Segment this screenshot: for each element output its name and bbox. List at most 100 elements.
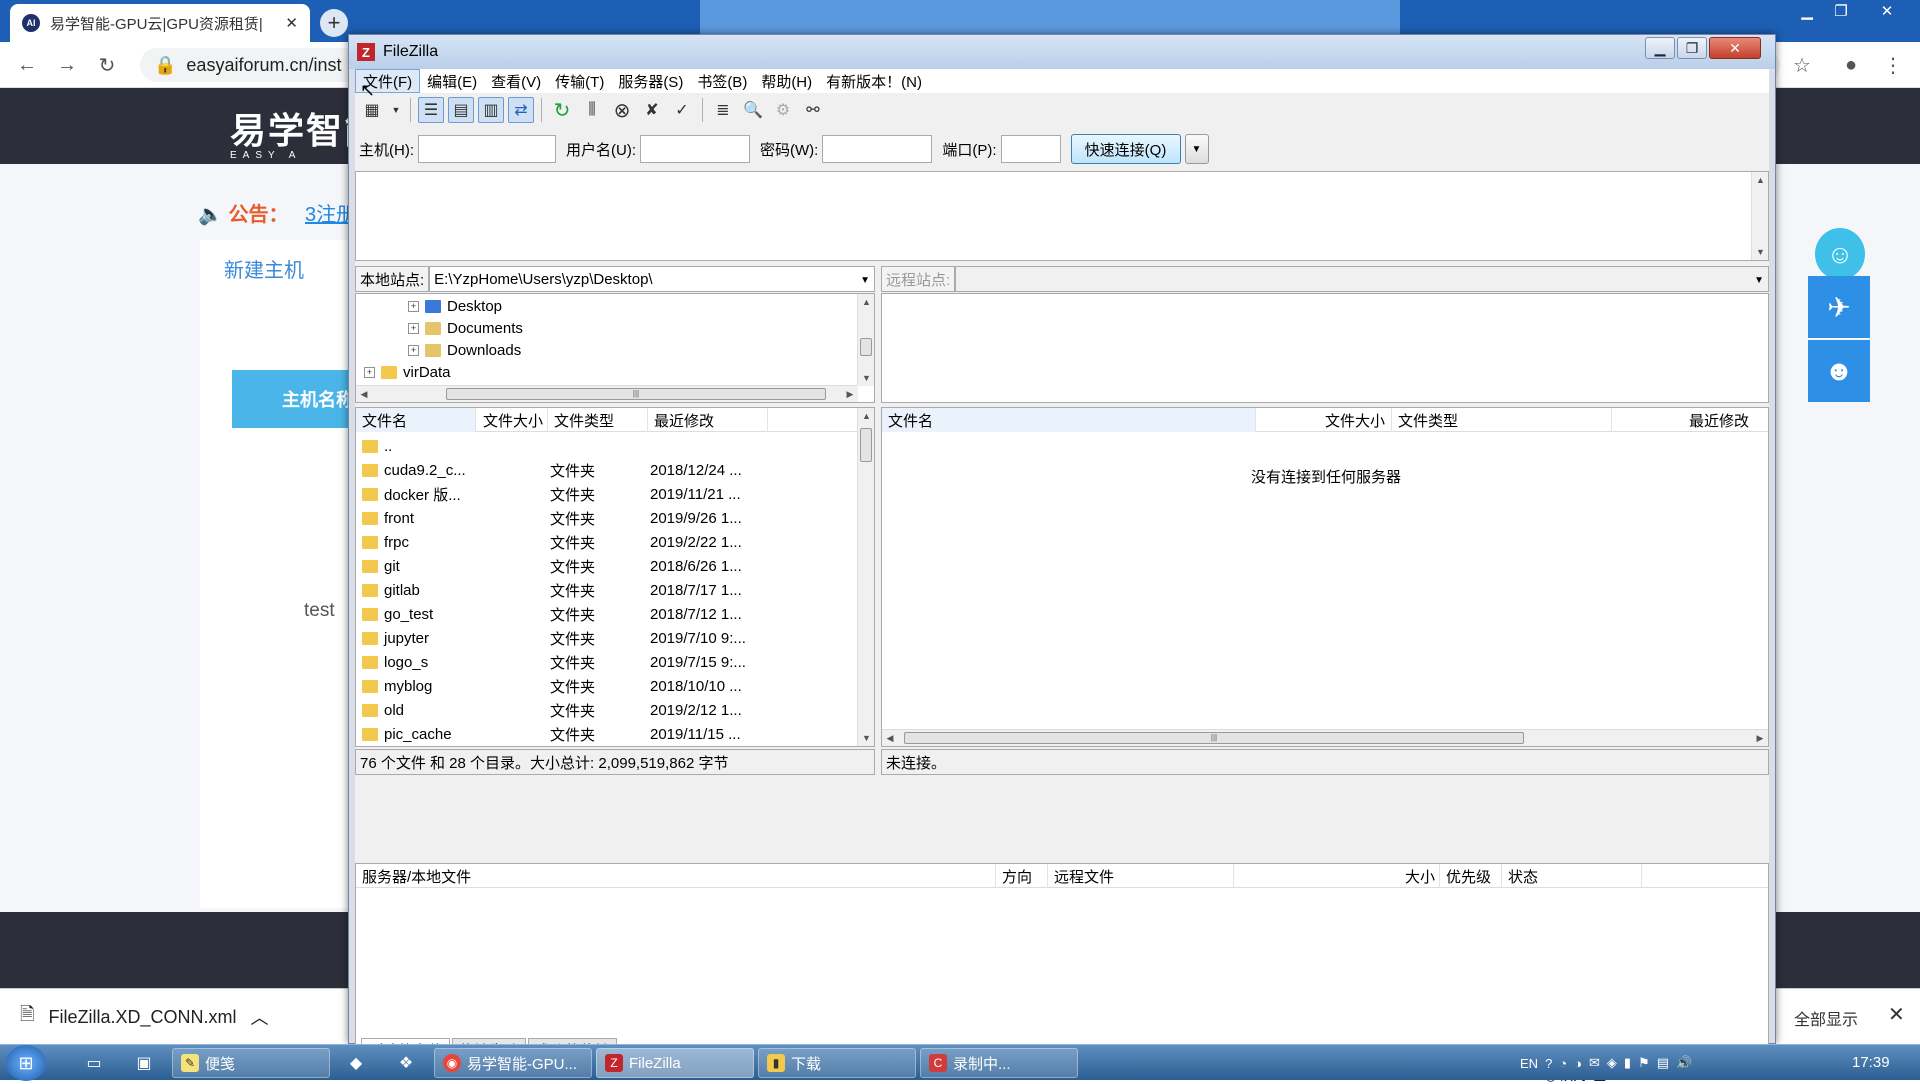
menu-new-version[interactable]: 有新版本！(N) bbox=[819, 69, 929, 93]
back-button[interactable]: ← bbox=[12, 50, 42, 80]
queue-col-size[interactable]: 大小 bbox=[1234, 864, 1440, 888]
table-row[interactable]: front 文件夹 2019/9/26 1... bbox=[356, 506, 846, 530]
cancel-icon[interactable]: ⊗ bbox=[609, 97, 635, 123]
table-row[interactable]: docker 版... 文件夹 2019/11/21 ... bbox=[356, 482, 846, 506]
menu-transfer[interactable]: 传输(T) bbox=[548, 69, 611, 93]
volume-icon[interactable]: 🔊 bbox=[1676, 1055, 1692, 1071]
forward-button[interactable]: → bbox=[52, 50, 82, 80]
local-path-combobox[interactable]: E:\YzpHome\Users\yzp\Desktop\ ▼ bbox=[429, 266, 875, 292]
new-host-tab[interactable]: 新建主机 bbox=[224, 254, 304, 283]
filelist-vscrollbar[interactable]: ▲ ▼ bbox=[857, 408, 874, 746]
table-row[interactable]: go_test 文件夹 2018/7/12 1... bbox=[356, 602, 846, 626]
remote-col-filename[interactable]: 文件名 bbox=[882, 408, 1256, 432]
toggle-log-icon[interactable]: ☰ bbox=[418, 97, 444, 123]
remote-col-filesize[interactable]: 文件大小 bbox=[1256, 408, 1392, 432]
search-binoculars-icon[interactable]: ⚯ bbox=[800, 97, 826, 123]
tab-close-icon[interactable]: ✕ bbox=[285, 14, 298, 32]
taskbar-downloads[interactable]: ▮ 下载 bbox=[758, 1048, 916, 1078]
send-icon[interactable]: ✈ bbox=[1808, 276, 1870, 338]
password-input[interactable] bbox=[822, 135, 933, 163]
menu-server[interactable]: 服务器(S) bbox=[611, 69, 690, 93]
flag-icon[interactable]: ⚑ bbox=[1638, 1055, 1650, 1071]
site-manager-dropdown-icon[interactable]: ▼ bbox=[389, 97, 403, 123]
network-icon[interactable]: ▤ bbox=[1657, 1055, 1669, 1071]
table-row[interactable]: logo_s 文件夹 2019/7/15 9:... bbox=[356, 650, 846, 674]
profile-avatar-icon[interactable]: ● bbox=[1836, 50, 1866, 80]
language-indicator[interactable]: EN bbox=[1520, 1056, 1538, 1071]
new-tab-button[interactable]: + bbox=[320, 9, 348, 37]
port-input[interactable] bbox=[1000, 135, 1061, 163]
wechat-icon[interactable]: ✉ bbox=[1589, 1055, 1600, 1071]
bookmark-star-icon[interactable]: ☆ bbox=[1787, 50, 1817, 80]
taskbar-filezilla[interactable]: Z FileZilla bbox=[596, 1048, 754, 1078]
table-row[interactable]: jupyter 文件夹 2019/7/10 9:... bbox=[356, 626, 846, 650]
toggle-queue-icon[interactable]: ⇄ bbox=[508, 97, 534, 123]
maximize-icon[interactable]: ❐ bbox=[1824, 0, 1858, 22]
remote-file-list[interactable]: 文件名 文件大小 文件类型 最近修改 没有连接到任何服务器 ◀ ||| ▶ bbox=[881, 407, 1769, 747]
host-input[interactable] bbox=[418, 135, 556, 163]
remote-col-filetype[interactable]: 文件类型 bbox=[1392, 408, 1612, 432]
message-log[interactable]: ▲ ▼ bbox=[355, 171, 1769, 261]
close-icon[interactable]: ✕ bbox=[1870, 0, 1904, 22]
table-row[interactable]: .. bbox=[356, 434, 846, 458]
col-filename[interactable]: 文件名 bbox=[356, 408, 476, 432]
queue-col-server-local[interactable]: 服务器/本地文件 bbox=[356, 864, 996, 888]
show-desktop-icon[interactable]: ▭ bbox=[82, 1051, 106, 1075]
fz-close-icon[interactable]: ✕ bbox=[1709, 37, 1761, 59]
clock[interactable]: 17:39 bbox=[1852, 1054, 1890, 1071]
tree-node-downloads[interactable]: + Downloads bbox=[408, 340, 521, 360]
tree-node-virdata[interactable]: + virData bbox=[364, 362, 451, 382]
queue-col-status[interactable]: 状态 bbox=[1502, 864, 1642, 888]
compare-icon[interactable]: 🔍 bbox=[740, 97, 766, 123]
table-row[interactable]: myblog 文件夹 2018/10/10 ... bbox=[356, 674, 846, 698]
fz-minimize-icon[interactable]: ▁ bbox=[1645, 37, 1675, 59]
queue-col-direction[interactable]: 方向 bbox=[996, 864, 1048, 888]
menu-kebab-icon[interactable]: ⋮ bbox=[1878, 50, 1908, 80]
quickconnect-button[interactable]: 快速连接(Q) bbox=[1070, 134, 1181, 164]
support-icon[interactable]: ☻ bbox=[1808, 340, 1870, 402]
tray-app-icon[interactable]: ◔ bbox=[1559, 1056, 1567, 1071]
remote-directory-tree[interactable] bbox=[881, 293, 1769, 403]
reload-button[interactable]: ↻ bbox=[92, 50, 122, 80]
remote-col-modified[interactable]: 最近修改 bbox=[1612, 408, 1768, 432]
col-filetype[interactable]: 文件类型 bbox=[548, 408, 648, 432]
filezilla-titlebar[interactable]: Z FileZilla bbox=[349, 35, 1775, 69]
table-row[interactable]: gitlab 文件夹 2018/7/17 1... bbox=[356, 578, 846, 602]
minimize-icon[interactable]: ▁ bbox=[1790, 0, 1824, 22]
taskbar-notes[interactable]: ✎ 便笺 bbox=[172, 1048, 330, 1078]
tray-app4-icon[interactable]: ▮ bbox=[1624, 1055, 1631, 1071]
taskbar-chrome[interactable]: ◉ 易学智能-GPU... bbox=[434, 1048, 592, 1078]
pinned-app2-icon[interactable]: ❖ bbox=[394, 1051, 418, 1075]
menu-edit[interactable]: 编辑(E) bbox=[420, 69, 484, 93]
pinned-app-icon[interactable]: ◆ bbox=[344, 1051, 368, 1075]
col-modified[interactable]: 最近修改 bbox=[648, 408, 768, 432]
download-item[interactable]: 🗎 FileZilla.XD_CONN.xml ︿ bbox=[20, 989, 269, 1045]
reconnect-icon[interactable]: ✓ bbox=[669, 97, 695, 123]
local-directory-tree[interactable]: + Desktop + Documents + Downloads + virData … bbox=[355, 293, 875, 403]
menu-help[interactable]: 帮助(H) bbox=[754, 69, 819, 93]
browser-tab[interactable]: AI 易学智能-GPU云|GPU资源租赁| ✕ bbox=[10, 4, 310, 42]
table-row[interactable]: frpc 文件夹 2019/2/22 1... bbox=[356, 530, 846, 554]
log-scrollbar[interactable]: ▲ ▼ bbox=[1751, 172, 1768, 260]
tray-app3-icon[interactable]: ◈ bbox=[1607, 1055, 1617, 1071]
table-row[interactable]: old 文件夹 2019/2/12 1... bbox=[356, 698, 846, 722]
show-all-button[interactable]: 全部显示 bbox=[1794, 1006, 1858, 1030]
remote-path-combobox[interactable]: ▼ bbox=[955, 266, 1769, 292]
tree-hscrollbar[interactable]: ◀ ||| ▶ bbox=[356, 385, 858, 402]
process-queue-icon[interactable]: ⫼ bbox=[579, 97, 605, 123]
mascot-icon[interactable]: ☺ bbox=[1815, 228, 1865, 280]
help-icon[interactable]: ? bbox=[1545, 1056, 1552, 1071]
app-launcher-icon[interactable]: ▣ bbox=[132, 1051, 156, 1075]
fz-maximize-icon[interactable]: ❐ bbox=[1677, 37, 1707, 59]
taskbar-recorder[interactable]: C 录制中... bbox=[920, 1048, 1078, 1078]
chevron-up-icon[interactable]: ︿ bbox=[251, 1004, 269, 1030]
menu-view[interactable]: 查看(V) bbox=[484, 69, 548, 93]
sync-browse-icon[interactable]: ⚙ bbox=[770, 97, 796, 123]
tray-app2-icon[interactable]: ◑ bbox=[1574, 1056, 1582, 1071]
local-file-list[interactable]: 文件名 文件大小 文件类型 最近修改 .. cuda9.2_c... 文件夹 2018… bbox=[355, 407, 875, 747]
queue-col-remote[interactable]: 远程文件 bbox=[1048, 864, 1234, 888]
table-row[interactable]: git 文件夹 2018/6/26 1... bbox=[356, 554, 846, 578]
table-row[interactable]: cuda9.2_c... 文件夹 2018/12/24 ... bbox=[356, 458, 846, 482]
table-row[interactable]: pic_cache 文件夹 2019/11/15 ... bbox=[356, 722, 846, 746]
quickconnect-dropdown-icon[interactable]: ▼ bbox=[1184, 134, 1209, 164]
